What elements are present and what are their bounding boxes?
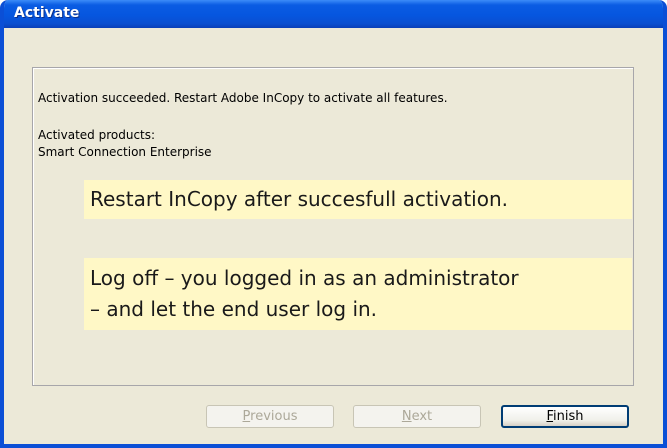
previous-mnemonic: P	[242, 409, 251, 424]
callout-logoff-note: Log off – you logged in as an administra…	[84, 258, 632, 330]
callout-line: Log off – you logged in as an administra…	[90, 266, 519, 290]
product-item: Smart Connection Enterprise	[38, 145, 212, 159]
next-label: ext	[411, 409, 433, 424]
activate-dialog: Activate Activation succeeded. Restart A…	[0, 0, 667, 448]
next-button[interactable]: Next	[353, 405, 481, 428]
status-message: Activation succeeded. Restart Adobe InCo…	[38, 91, 448, 105]
finish-button[interactable]: Finish	[501, 405, 629, 428]
products-heading: Activated products:	[38, 128, 156, 142]
previous-button[interactable]: Previous	[206, 405, 334, 428]
callout-line: Restart InCopy after succesfull activati…	[90, 187, 508, 211]
content-panel	[32, 67, 634, 386]
window-title: Activate	[14, 5, 80, 21]
previous-label: revious	[250, 409, 298, 424]
callout-line: – and let the end user log in.	[90, 297, 378, 321]
next-mnemonic: N	[401, 409, 412, 424]
callout-restart-note: Restart InCopy after succesfull activati…	[84, 180, 632, 219]
title-bar[interactable]: Activate	[4, 0, 663, 28]
finish-label: inish	[553, 409, 584, 424]
